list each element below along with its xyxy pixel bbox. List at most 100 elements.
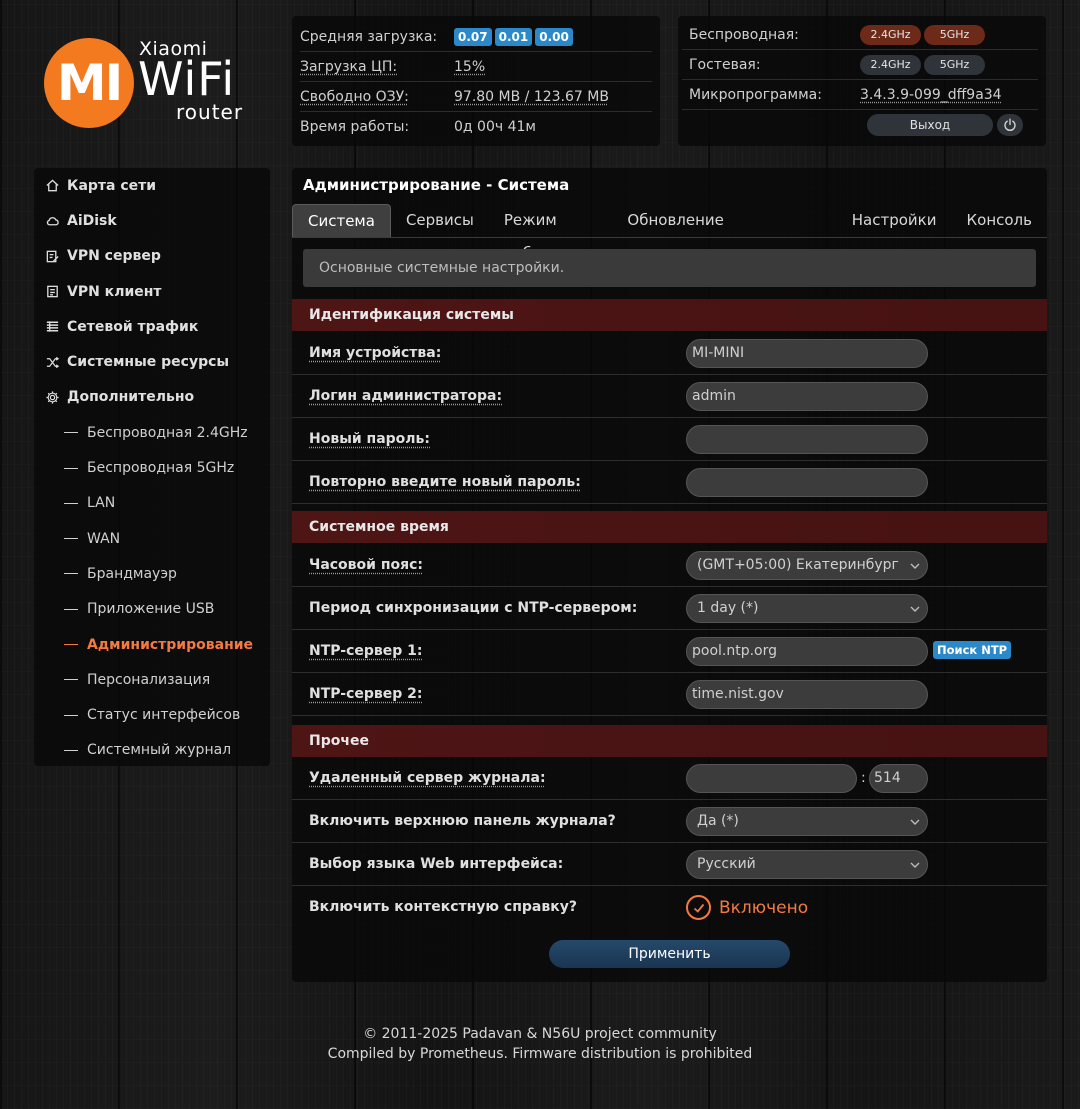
log-panel-row: Включить верхнюю панель журнала? Да (*) (292, 800, 1047, 843)
vpn-server-icon (44, 248, 60, 264)
new-password-label[interactable]: Новый пароль: (309, 418, 430, 461)
sidebar-sub-system-log[interactable]: Системный журнал (34, 733, 270, 768)
repeat-password-input[interactable] (686, 468, 928, 497)
new-password-input[interactable] (686, 425, 928, 454)
mi-logo-mark: MI (44, 38, 134, 128)
xiaomi-wifi-logo: MI Xiaomi WiFi router (44, 38, 244, 130)
device-name-input[interactable]: MI-MINI (686, 339, 928, 368)
ntp-server-1-input[interactable]: pool.ntp.org (686, 637, 928, 666)
uptime-label: Время работы: (300, 119, 410, 135)
remote-log-separator: : (861, 770, 866, 786)
remote-log-port-input[interactable]: 514 (869, 764, 928, 793)
language-select[interactable]: Русский (686, 850, 928, 879)
wireless-5g-button[interactable]: 5GHz (924, 24, 985, 45)
tab-settings[interactable]: Настройки (837, 204, 952, 237)
cpu-load-row: Загрузка ЦП: 15% (300, 52, 652, 82)
tab-firmware-upgrade[interactable]: Обновление микропрограммы (612, 204, 836, 262)
cpu-load-value[interactable]: 15% (454, 59, 485, 75)
context-help-label: Включить контекстную справку? (309, 899, 577, 915)
sidebar-sub-wan[interactable]: WAN (34, 521, 270, 556)
cloud-icon (44, 213, 60, 229)
timezone-label[interactable]: Часовой пояс: (309, 544, 423, 587)
tab-services[interactable]: Сервисы (391, 204, 489, 237)
sidebar-sub-label: Системный журнал (87, 742, 232, 759)
sidebar-item-advanced[interactable]: Дополнительно (34, 380, 270, 415)
tab-console[interactable]: Консоль (952, 204, 1048, 237)
system-status-panel: Средняя загрузка: 0.07 0.01 0.00 Загрузка … (292, 16, 660, 146)
repeat-password-label[interactable]: Повторно введите новый пароль: (309, 461, 581, 504)
repeat-password-row: Повторно введите новый пароль: (292, 461, 1047, 504)
timezone-select[interactable]: (GMT+05:00) Екатеринбург (686, 551, 928, 580)
tab-system[interactable]: Система (292, 204, 391, 237)
sidebar-item-traffic[interactable]: Сетевой трафик (34, 309, 270, 344)
new-password-row: Новый пароль: (292, 418, 1047, 461)
device-name-row: Имя устройства: MI-MINI (292, 332, 1047, 375)
firmware-version-link[interactable]: 3.4.3.9-099_dff9a34 (860, 87, 1002, 103)
gear-icon (44, 389, 60, 405)
cpu-load-label[interactable]: Загрузка ЦП: (300, 59, 454, 75)
sidebar-sub-lan[interactable]: LAN (34, 486, 270, 521)
sidebar-sub-label: Персонализация (87, 671, 211, 688)
free-ram-row: Свободно ОЗУ: 97.80 MB / 123.67 MB (300, 82, 652, 112)
dash-marker (64, 432, 78, 434)
section-other: Прочее (292, 725, 1047, 757)
sidebar-sub-label: Беспроводная 5GHz (87, 460, 235, 477)
sidebar-sub-label: LAN (87, 495, 116, 512)
timezone-value: (GMT+05:00) Екатеринбург (697, 557, 899, 573)
sidebar-item-vpn-client[interactable]: VPN клиент (34, 274, 270, 309)
ntp-server-2-input[interactable]: time.nist.gov (686, 680, 928, 709)
power-icon (1004, 118, 1016, 132)
ntp-server-1-row: NTP-сервер 1: pool.ntp.org Поиск NTP (292, 630, 1047, 673)
admin-login-input[interactable]: admin (686, 382, 928, 411)
guest-2g-button[interactable]: 2.4GHz (860, 54, 921, 75)
firmware-label: Микропрограмма: (689, 86, 822, 103)
logout-button[interactable]: Выход (867, 114, 993, 136)
guest-5g-button[interactable]: 5GHz (924, 54, 985, 75)
logo-product: WiFi (138, 52, 236, 106)
info-box: Основные системные настройки. (303, 249, 1036, 287)
sidebar-sub-administration[interactable]: Администрирование (34, 627, 270, 662)
load-average-label: Средняя загрузка: (300, 28, 438, 45)
device-name-label[interactable]: Имя устройства: (309, 332, 441, 375)
sidebar-item-vpn-server[interactable]: VPN сервер (34, 239, 270, 274)
footer-compiled: Compiled by Prometheus. Firmware distrib… (327, 1046, 753, 1062)
ntp-server-2-label[interactable]: NTP-сервер 2: (309, 673, 423, 716)
sidebar-sub-interface-status[interactable]: Статус интерфейсов (34, 697, 270, 732)
remote-log-label[interactable]: Удаленный сервер журнала: (309, 757, 546, 800)
sidebar-item-label: AiDisk (67, 212, 117, 229)
sidebar-sub-label: Статус интерфейсов (87, 707, 241, 724)
tab-operation-mode[interactable]: Режим работы (489, 204, 613, 262)
ntp-search-button[interactable]: Поиск NTP (933, 641, 1012, 659)
chevron-down-icon (910, 819, 920, 825)
reboot-button[interactable] (997, 114, 1023, 136)
ntp-period-select[interactable]: 1 day (*) (686, 594, 928, 623)
wireless-status-panel: Беспроводная: 2.4GHz 5GHz Гостевая: 2.4G… (678, 16, 1046, 146)
traffic-icon (44, 319, 60, 335)
sidebar-sub-usb[interactable]: Приложение USB (34, 592, 270, 627)
log-panel-select[interactable]: Да (*) (686, 807, 928, 836)
context-help-toggle[interactable]: Включено (686, 894, 808, 921)
log-panel-label: Включить верхнюю панель журнала? (309, 813, 616, 829)
sidebar-sub-personalization[interactable]: Персонализация (34, 662, 270, 697)
sidebar-sub-wireless-5g[interactable]: Беспроводная 5GHz (34, 450, 270, 485)
dash-marker (64, 749, 78, 751)
dash-marker (64, 714, 78, 716)
free-ram-value[interactable]: 97.80 MB / 123.67 MB (454, 89, 609, 105)
shuffle-icon (44, 354, 60, 370)
remote-log-host-input[interactable] (686, 764, 857, 793)
sidebar-item-aidisk[interactable]: AiDisk (34, 203, 270, 238)
sidebar-item-network-map[interactable]: Карта сети (34, 168, 270, 203)
sidebar-sub-wireless-2g[interactable]: Беспроводная 2.4GHz (34, 415, 270, 450)
apply-button[interactable]: Применить (549, 940, 790, 968)
ntp-server-1-label[interactable]: NTP-сервер 1: (309, 630, 423, 673)
admin-login-label[interactable]: Логин администратора: (309, 375, 502, 418)
wireless-row: Беспроводная: 2.4GHz 5GHz (682, 20, 1038, 50)
free-ram-label[interactable]: Свободно ОЗУ: (300, 89, 454, 105)
sidebar-sub-label: Брандмауэр (87, 565, 177, 582)
sidebar-sub-firewall[interactable]: Брандмауэр (34, 556, 270, 591)
wireless-2g-button[interactable]: 2.4GHz (860, 24, 921, 45)
sidebar-item-system-resources[interactable]: Системные ресурсы (34, 344, 270, 379)
firmware-row: Микропрограмма: 3.4.3.9-099_dff9a34 (682, 80, 1038, 110)
language-value: Русский (697, 856, 756, 872)
dash-marker (64, 608, 78, 610)
